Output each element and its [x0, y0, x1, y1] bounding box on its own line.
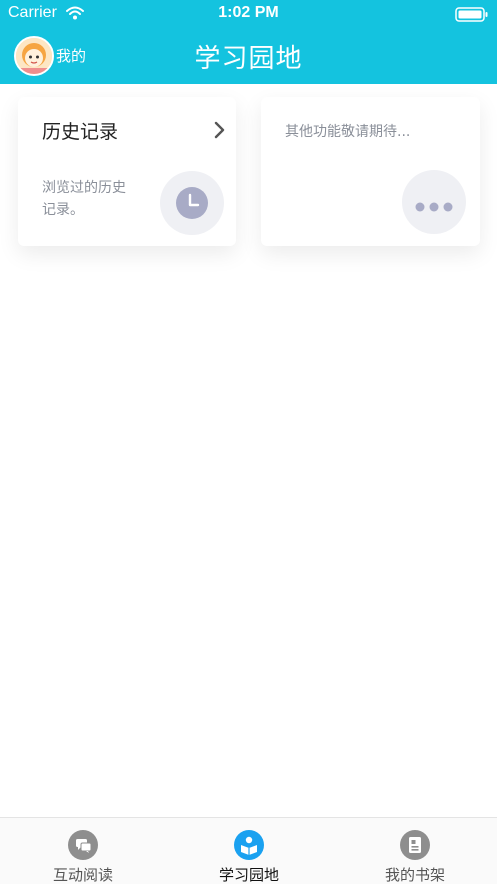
- clock-icon: [176, 187, 208, 223]
- status-time: 1:02 PM: [218, 4, 279, 21]
- app-header: Carrier 1:02 PM 我的 学习园地: [0, 0, 497, 84]
- tab-bar: 互动阅读 学习园地 我的书架: [0, 817, 497, 884]
- tab-label: 互动阅读: [52, 866, 113, 884]
- status-bar: Carrier 1:02 PM: [0, 0, 497, 28]
- more-features-card: 其他功能敬请期待...: [261, 97, 480, 246]
- battery-icon: [455, 7, 489, 27]
- tab-label: 学习园地: [218, 866, 279, 884]
- more-dots-icon: [415, 197, 453, 216]
- history-card-description: 浏览过的历史记录。: [42, 180, 126, 218]
- history-card[interactable]: 历史记录 浏览过的历史记录。: [18, 97, 236, 246]
- tab-label: 我的书架: [384, 866, 445, 884]
- navigation-bar: 我的 学习园地: [0, 28, 497, 84]
- history-icon-badge: [160, 171, 224, 235]
- tab-my-bookshelf[interactable]: 我的书架: [332, 818, 497, 884]
- book-reader-icon: [234, 830, 264, 860]
- tab-study-garden[interactable]: 学习园地: [166, 818, 332, 884]
- history-card-title: 历史记录: [42, 121, 119, 143]
- tab-interactive-reading[interactable]: 互动阅读: [0, 818, 166, 884]
- chevron-right-icon: [214, 121, 226, 143]
- chat-icon: [68, 830, 98, 860]
- more-icon-badge: [402, 170, 466, 234]
- bookshelf-icon: [400, 830, 430, 860]
- more-features-text: 其他功能敬请期待...: [285, 124, 411, 140]
- page-title: 学习园地: [194, 44, 303, 74]
